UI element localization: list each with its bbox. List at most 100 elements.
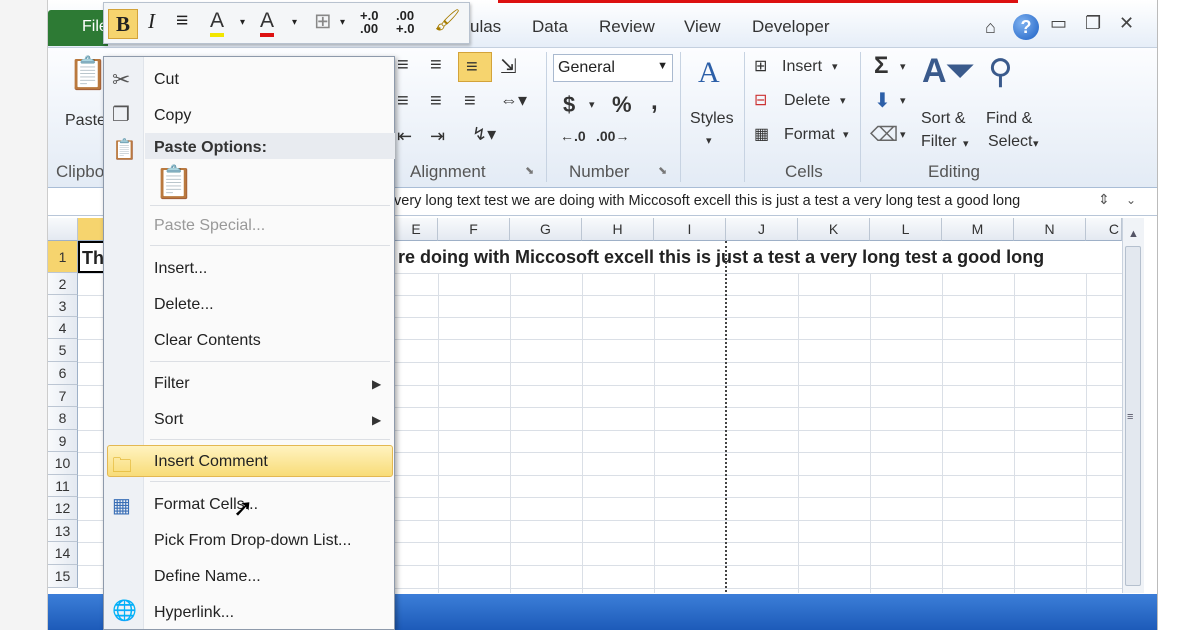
sort-filter-icon[interactable]: A⏷ [922, 52, 974, 91]
orientation-icon[interactable]: ⇲ [500, 54, 517, 79]
fill-chevron-icon[interactable]: ▾ [900, 94, 906, 107]
delete-cells-icon[interactable]: ⊟ [754, 90, 767, 110]
align-left-icon[interactable]: ≡ [397, 90, 409, 113]
vertical-scrollbar[interactable]: ▲ ≡ [1122, 218, 1144, 593]
fill-color-chevron-icon[interactable]: ▾ [240, 17, 245, 28]
tab-review[interactable]: Review [599, 17, 655, 37]
borders-chevron-icon[interactable]: ▾ [340, 17, 345, 28]
styles-icon[interactable]: A [698, 56, 720, 90]
decrease-indent-icon[interactable]: ⇤ [397, 126, 412, 147]
number-launcher-icon[interactable]: ⬊ [658, 164, 667, 177]
tab-developer[interactable]: Developer [752, 17, 830, 37]
format-cells-label[interactable]: Format [784, 126, 835, 144]
row-header[interactable]: 1 [48, 241, 78, 273]
italic-button[interactable]: I [148, 9, 155, 34]
center-align-button[interactable]: ≡ [176, 9, 188, 33]
bold-button[interactable]: B [108, 9, 138, 39]
format-painter-icon[interactable]: 🖌 [434, 9, 461, 33]
currency-chevron-icon[interactable]: ▾ [589, 98, 595, 111]
row-header[interactable]: 15 [48, 565, 78, 588]
active-cell-a1[interactable]: Th [78, 241, 106, 273]
sort-filter-label-2[interactable]: Filter [921, 133, 957, 151]
align-right-icon[interactable]: ≡ [464, 90, 476, 113]
column-header[interactable]: H [582, 218, 654, 241]
tab-file[interactable]: File [48, 10, 108, 46]
sort-filter-label-1[interactable]: Sort & [921, 110, 965, 128]
paste-option-clipboard-icon[interactable]: 📋 [154, 163, 194, 201]
borders-icon[interactable]: ⊞ [314, 9, 332, 34]
increase-indent-icon[interactable]: ⇥ [430, 126, 445, 147]
insert-chevron-icon[interactable]: ▾ [832, 60, 838, 73]
column-header[interactable]: G [510, 218, 582, 241]
alignment-launcher-icon[interactable]: ⬊ [525, 164, 534, 177]
align-middle-icon[interactable]: ≡ [430, 54, 442, 77]
insert-cells-icon[interactable]: ⊞ [754, 56, 767, 76]
autosum-chevron-icon[interactable]: ▾ [900, 60, 906, 73]
styles-chevron-icon[interactable]: ▾ [706, 134, 712, 147]
menu-item-insert[interactable]: Insert... [154, 260, 207, 278]
find-select-label-2[interactable]: Select [988, 133, 1032, 151]
wrap-text-icon[interactable]: ↯▾ [472, 124, 496, 145]
row-header[interactable]: 14 [48, 542, 78, 565]
increase-decimal-button[interactable]: +.0 .00 [360, 9, 378, 35]
row-header[interactable]: 4 [48, 317, 78, 339]
close-icon[interactable]: ✕ [1119, 13, 1134, 34]
delete-cells-label[interactable]: Delete [784, 92, 830, 110]
expand-formula-bar-icon[interactable]: ⌄ [1126, 193, 1136, 207]
scroll-up-icon[interactable]: ▲ [1128, 228, 1139, 240]
format-cells-icon[interactable]: ▦ [754, 124, 769, 144]
find-select-chevron-icon[interactable]: ▾ [1033, 137, 1039, 150]
fill-color-button[interactable]: A [210, 9, 225, 37]
formula-bar-content[interactable]: very long text test we are doing with Mi… [394, 193, 1020, 209]
font-color-button[interactable]: A [260, 9, 275, 37]
decrease-decimal-icon[interactable]: .00→ [596, 128, 629, 144]
menu-item-filter[interactable]: Filter [154, 375, 190, 393]
font-color-chevron-icon[interactable]: ▾ [292, 17, 297, 28]
ribbon-collapse-icon[interactable]: ⌂ [985, 17, 996, 38]
tab-formulas[interactable]: ulas [470, 17, 501, 37]
restore-icon[interactable]: ❐ [1085, 13, 1101, 34]
menu-item-pick-from-list[interactable]: Pick From Drop-down List... [154, 532, 351, 550]
formula-scroll-icon[interactable]: ⇕ [1098, 191, 1110, 208]
find-select-label-1[interactable]: Find & [986, 110, 1032, 128]
row-header[interactable]: 6 [48, 362, 78, 385]
row-header[interactable]: 10 [48, 452, 78, 475]
clear-chevron-icon[interactable]: ▾ [900, 128, 906, 141]
menu-item-delete[interactable]: Delete... [154, 296, 214, 314]
row-header[interactable]: 13 [48, 520, 78, 542]
comma-button[interactable]: , [651, 88, 658, 116]
tab-data[interactable]: Data [532, 17, 568, 37]
menu-item-sort[interactable]: Sort [154, 411, 183, 429]
align-top-icon[interactable]: ≡ [397, 54, 409, 77]
column-header-a[interactable] [78, 218, 104, 241]
row-header[interactable]: 7 [48, 385, 78, 407]
column-header[interactable]: L [870, 218, 942, 241]
row-header[interactable]: 9 [48, 430, 78, 452]
styles-button-label[interactable]: Styles [690, 110, 734, 128]
row-header[interactable]: 2 [48, 273, 78, 295]
merge-center-icon[interactable]: ⇔▾ [500, 90, 527, 111]
paste-label[interactable]: Paste [65, 112, 106, 130]
menu-item-copy[interactable]: Copy [154, 107, 191, 125]
fill-icon[interactable]: ⬇ [874, 88, 891, 113]
row-header[interactable]: 5 [48, 339, 78, 362]
row-header[interactable]: 11 [48, 475, 78, 497]
clear-icon[interactable]: ⌫ [870, 122, 898, 147]
align-center-icon[interactable]: ≡ [430, 90, 442, 113]
column-header[interactable]: E [395, 218, 438, 241]
menu-item-define-name[interactable]: Define Name... [154, 568, 261, 586]
currency-button[interactable]: $ [563, 92, 575, 118]
menu-item-clear-contents[interactable]: Clear Contents [154, 332, 261, 350]
row-header[interactable]: 8 [48, 407, 78, 430]
binoculars-icon[interactable]: ⚲ [988, 52, 1013, 92]
column-header[interactable]: M [942, 218, 1014, 241]
minimize-icon[interactable]: ▭ [1050, 13, 1067, 34]
menu-item-hyperlink[interactable]: Hyperlink... [154, 604, 234, 622]
column-header[interactable]: J [726, 218, 798, 241]
column-header[interactable]: C [1086, 218, 1122, 241]
sort-filter-chevron-icon[interactable]: ▾ [963, 137, 969, 150]
row-header[interactable]: 12 [48, 497, 78, 520]
select-all-corner[interactable] [48, 218, 78, 241]
insert-cells-label[interactable]: Insert [782, 58, 822, 76]
tab-view[interactable]: View [684, 17, 721, 37]
